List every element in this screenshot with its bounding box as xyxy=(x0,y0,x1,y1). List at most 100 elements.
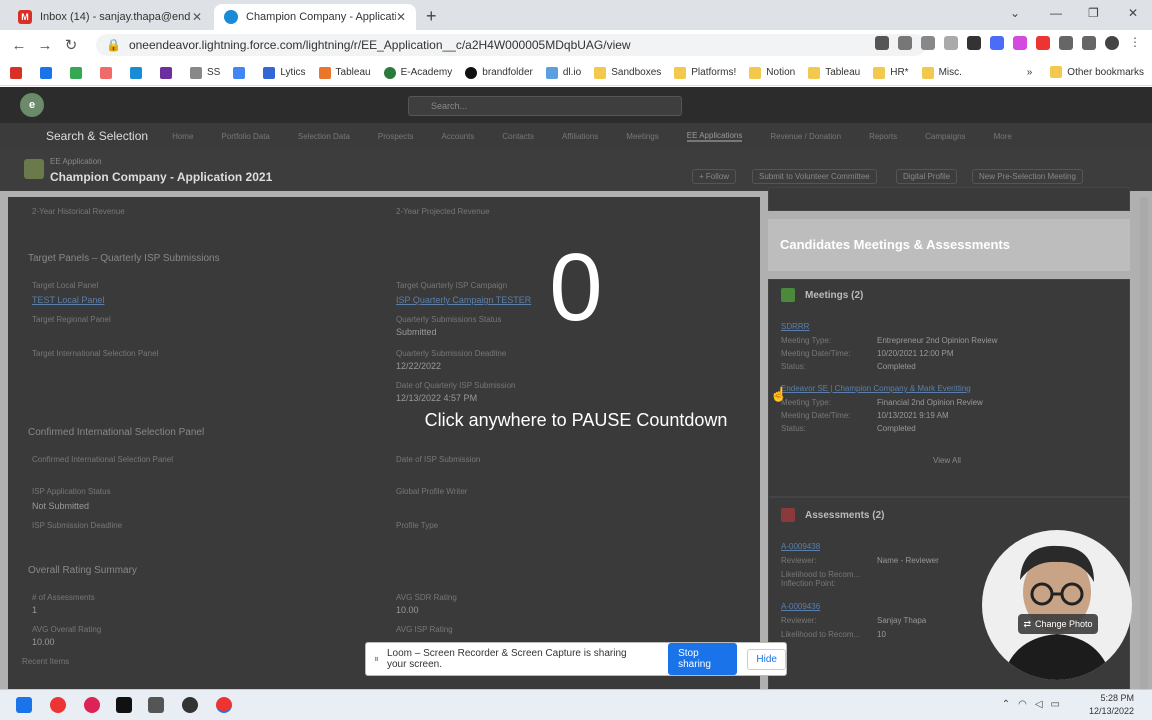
bookmark-calendar[interactable] xyxy=(40,66,57,79)
global-header: e Search... xyxy=(0,87,1152,123)
field-value: 10/20/2021 12:00 PM xyxy=(877,349,954,358)
countdown-number[interactable]: 0 xyxy=(0,240,1152,336)
nav-item[interactable]: Accounts xyxy=(441,132,474,141)
menu-icon[interactable]: ⋮ xyxy=(1128,36,1142,50)
bookmark-hr[interactable]: HR* xyxy=(873,66,909,79)
bookmark-docs[interactable] xyxy=(233,66,250,79)
bookmark-misc[interactable]: Misc. xyxy=(921,66,962,79)
bookmark-ss[interactable]: SS xyxy=(190,66,220,79)
battery-icon[interactable]: ▭ xyxy=(1051,699,1060,710)
windows-start-icon[interactable] xyxy=(16,697,32,713)
settings-icon[interactable] xyxy=(182,697,198,713)
sidepanel-icon[interactable] xyxy=(1082,36,1096,50)
notion-icon[interactable] xyxy=(116,697,132,713)
avatar[interactable] xyxy=(1105,36,1119,50)
bookmark-asana[interactable] xyxy=(100,66,117,79)
nav-item[interactable]: Campaigns xyxy=(925,132,965,141)
minimize-icon[interactable]: — xyxy=(1050,6,1062,20)
new-preselection-button[interactable]: New Pre-Selection Meeting xyxy=(972,169,1083,184)
assessment-link[interactable]: A-0009436 xyxy=(781,602,820,611)
app-icon[interactable] xyxy=(84,697,100,713)
close-icon[interactable]: ✕ xyxy=(396,10,406,24)
bookmark-lytics[interactable]: Lytics xyxy=(263,66,306,79)
notion-ext-icon[interactable] xyxy=(967,36,981,50)
other-bookmarks[interactable]: Other bookmarks xyxy=(1050,66,1144,78)
close-window-icon[interactable]: ✕ xyxy=(1128,6,1138,20)
url-field[interactable]: 🔒 oneendeavor.lightning.force.com/lightn… xyxy=(96,34,926,56)
nav-item[interactable]: Contacts xyxy=(502,132,534,141)
view-all-link[interactable]: View All xyxy=(933,456,961,465)
assessments-title[interactable]: Assessments (2) xyxy=(805,510,884,521)
zoom-icon[interactable] xyxy=(898,36,912,50)
section-rating-summary[interactable]: Overall Rating Summary xyxy=(28,565,137,576)
reload-icon[interactable]: ↻ xyxy=(58,36,84,54)
recent-items[interactable]: Recent Items xyxy=(22,657,69,666)
nav-item[interactable]: Home xyxy=(172,132,193,141)
star-icon[interactable] xyxy=(944,36,958,50)
eacademy-icon xyxy=(383,66,396,79)
tableau-icon xyxy=(318,66,331,79)
taskbar: ⌃ ◠ ◁ ▭ 5:28 PM 12/13/2022 xyxy=(0,689,1152,720)
nav-item-active[interactable]: EE Applications xyxy=(686,131,743,142)
bookmark-gmail[interactable] xyxy=(10,66,27,79)
snipping-icon[interactable] xyxy=(148,697,164,713)
digital-profile-button[interactable]: Digital Profile xyxy=(896,169,958,184)
nav-item[interactable]: Reports xyxy=(869,132,897,141)
bookmark-salesforce[interactable] xyxy=(130,66,147,79)
hide-button[interactable]: Hide xyxy=(747,648,786,670)
bookmark-tableau[interactable]: Tableau xyxy=(318,66,371,79)
speaker-icon[interactable]: ◁ xyxy=(1035,699,1043,710)
tab-gmail[interactable]: M Inbox (14) - sanjay.thapa@endeavo ✕ xyxy=(8,4,212,30)
dlio-icon xyxy=(545,66,558,79)
bookmark-tableau-folder[interactable]: Tableau xyxy=(808,66,860,79)
search-input[interactable]: Search... xyxy=(408,96,682,116)
bookmarks-more-button[interactable]: » xyxy=(1027,67,1033,78)
meeting-link[interactable]: Endeavor SE | Champion Company & Mark Ev… xyxy=(781,384,971,393)
forward-icon[interactable]: → xyxy=(32,37,58,54)
follow-button[interactable]: + Follow xyxy=(692,169,737,184)
nav-item[interactable]: Affiliations xyxy=(562,132,598,141)
new-tab-button[interactable]: + xyxy=(426,6,437,27)
bookmark-notion[interactable]: Notion xyxy=(749,66,795,79)
nav-item[interactable]: Portfolio Data xyxy=(221,132,269,141)
stop-sharing-button[interactable]: Stop sharing xyxy=(668,643,738,675)
nav-item[interactable]: Meetings xyxy=(626,132,658,141)
nav-item[interactable]: Revenue / Donation xyxy=(770,132,841,141)
ext-icon[interactable] xyxy=(990,36,1004,50)
bookmark-brandfolder[interactable]: brandfolder xyxy=(465,66,533,79)
camera-icon[interactable] xyxy=(875,36,889,50)
share-icon[interactable] xyxy=(921,36,935,50)
field-label: Meeting Type: xyxy=(781,336,832,345)
bookmark-ext[interactable] xyxy=(160,66,177,79)
chrome-icon[interactable] xyxy=(50,697,66,713)
endeavor-logo[interactable]: e xyxy=(20,93,44,117)
pause-hint[interactable]: Click anywhere to PAUSE Countdown xyxy=(0,410,1152,431)
nav-item[interactable]: Selection Data xyxy=(298,132,350,141)
nav-item[interactable]: More xyxy=(994,132,1012,141)
chevron-up-icon[interactable]: ⌃ xyxy=(1002,699,1010,710)
bookmark-dlio[interactable]: dl.io xyxy=(545,66,581,79)
bookmark-sandboxes[interactable]: Sandboxes xyxy=(594,66,661,79)
clock[interactable]: 5:28 PM 12/13/2022 xyxy=(1089,692,1134,718)
restore-icon[interactable]: ❐ xyxy=(1088,6,1099,20)
drag-handle-icon[interactable]: ⏸ xyxy=(374,654,379,665)
chevron-down-icon[interactable]: ⌄ xyxy=(1010,6,1020,20)
tab-salesforce[interactable]: Champion Company - Application 2 ✕ xyxy=(214,4,416,30)
change-photo-button[interactable]: ⇄ Change Photo xyxy=(1018,614,1098,634)
ext-icon[interactable] xyxy=(1013,36,1027,50)
loom-ext-icon[interactable] xyxy=(1036,36,1050,50)
assessment-link[interactable]: A-0009438 xyxy=(781,542,820,551)
chrome-active-icon[interactable] xyxy=(216,697,232,713)
field-label: 2-Year Projected Revenue xyxy=(396,207,490,216)
bookmark-platforms[interactable]: Platforms! xyxy=(674,66,736,79)
close-icon[interactable]: ✕ xyxy=(192,10,202,24)
puzzle-icon[interactable] xyxy=(1059,36,1073,50)
bookmark-drive[interactable] xyxy=(70,66,87,79)
nav-item[interactable]: Prospects xyxy=(378,132,414,141)
submit-committee-button[interactable]: Submit to Volunteer Committee xyxy=(752,169,877,184)
swap-icon: ⇄ xyxy=(1023,618,1031,629)
webcam-bubble[interactable] xyxy=(982,530,1132,680)
bookmark-eacademy[interactable]: E-Academy xyxy=(383,66,452,79)
wifi-icon[interactable]: ◠ xyxy=(1018,699,1027,710)
back-icon[interactable]: ← xyxy=(6,37,32,54)
